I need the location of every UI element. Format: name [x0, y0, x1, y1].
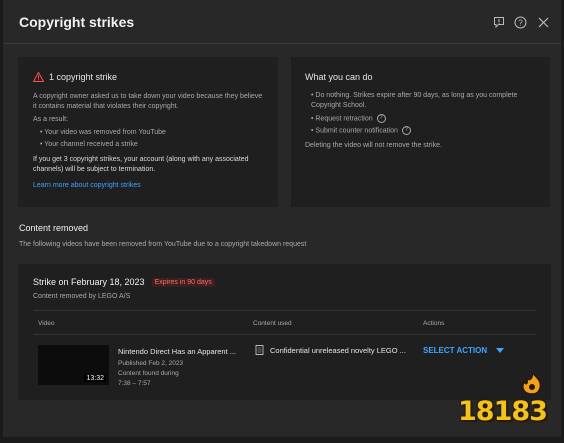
dialog-title: Copyright strikes — [19, 14, 135, 30]
content-removed-subtitle: The following videos have been removed f… — [19, 241, 307, 248]
video-duration: 13:32 — [84, 375, 106, 382]
video-title[interactable]: Nintendo Direct Has an Apparent ... — [118, 347, 236, 356]
select-action-button[interactable]: SELECT ACTION — [423, 346, 505, 355]
divider — [33, 334, 536, 335]
column-header-video: Video — [38, 320, 55, 327]
strike-count-heading: 1 copyright strike — [33, 72, 117, 82]
caret-down-icon — [496, 348, 505, 353]
strike-date: Strike on February 18, 2023 — [33, 277, 145, 287]
select-action-label: SELECT ACTION — [423, 346, 488, 355]
strike-count-text: 1 copyright strike — [49, 72, 118, 82]
video-published: Published Feb 2, 2023 — [118, 360, 184, 367]
strike-summary-card: 1 copyright strike A copyright owner ask… — [18, 57, 278, 207]
strike-description: A copyright owner asked us to take down … — [33, 93, 263, 110]
feedback-icon[interactable] — [491, 14, 507, 30]
expires-badge: Expires in 90 days — [151, 277, 215, 287]
column-header-content-used: Content used — [253, 320, 292, 327]
close-icon[interactable] — [535, 14, 551, 30]
watermark-text: 18183 — [458, 396, 548, 427]
svg-text:?: ? — [518, 18, 523, 27]
option-item[interactable]: • Request retraction ? — [311, 114, 386, 124]
dialog-header: Copyright strikes ? — [3, 0, 561, 44]
learn-more-link[interactable]: Learn more about copyright strikes — [33, 181, 141, 191]
as-result-label: As a result: — [33, 116, 69, 123]
option-item[interactable]: • Submit counter notification ? — [311, 126, 411, 136]
content-time-range: 7:38 – 7:57 — [118, 380, 151, 387]
document-icon — [255, 345, 264, 355]
content-removed-title: Content removed — [19, 223, 89, 233]
warning-icon — [33, 72, 44, 82]
strike-date-row: Strike on February 18, 2023 Expires in 9… — [33, 277, 215, 287]
divider — [33, 310, 536, 311]
content-used-cell: Confidential unreleased novelty LEGO ... — [255, 345, 406, 355]
content-used-text: Confidential unreleased novelty LEGO ... — [270, 345, 406, 355]
flame-icon — [522, 372, 542, 395]
option-item: • Do nothing. Strikes expire after 90 da… — [311, 92, 518, 109]
help-icon[interactable]: ? — [376, 114, 386, 123]
what-you-can-do-card: What you can do • Do nothing. Strikes ex… — [291, 57, 550, 207]
removed-by: Content removed by LEGO A/S — [33, 293, 131, 300]
help-icon[interactable]: ? — [401, 126, 411, 135]
termination-warning: If you get 3 copyright strikes, your acc… — [33, 156, 249, 173]
what-you-can-do-heading: What you can do — [305, 72, 373, 82]
result-item: • Your channel received a strike — [40, 141, 138, 148]
video-thumbnail[interactable]: 13:32 — [38, 345, 109, 385]
watermark-logo: 18183 — [454, 372, 558, 438]
help-icon[interactable]: ? — [512, 14, 528, 30]
deletion-note: Deleting the video will not remove the s… — [305, 142, 442, 149]
result-item: • Your video was removed from YouTube — [40, 129, 166, 136]
column-header-actions: Actions — [423, 320, 445, 327]
content-found-label: Content found during — [118, 370, 179, 377]
